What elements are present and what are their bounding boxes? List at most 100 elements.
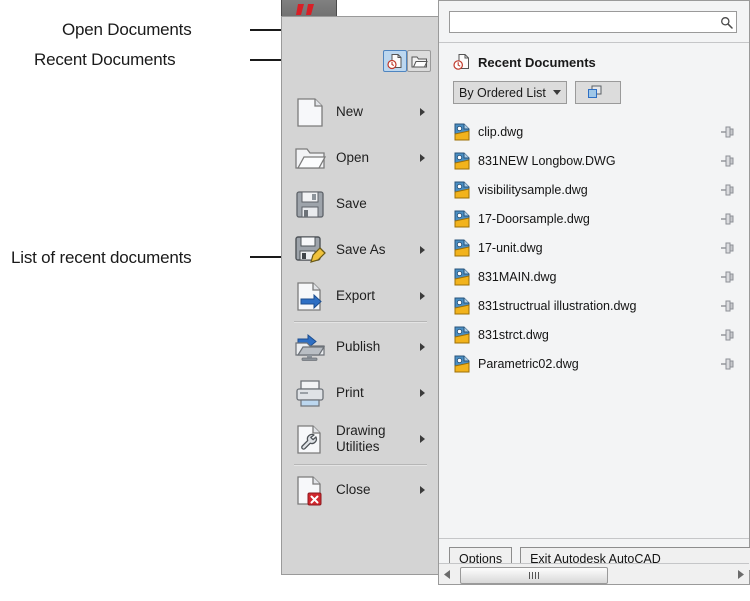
pin-icon[interactable] [720, 212, 735, 226]
menu-item-label: Print [336, 385, 364, 401]
document-wrench-icon [297, 425, 321, 454]
menu-item-print[interactable]: Print [282, 370, 439, 416]
submenu-arrow-icon [420, 246, 425, 254]
recent-documents-controls: By Ordered List [453, 81, 621, 104]
grip-line [535, 572, 536, 579]
sort-dropdown[interactable]: By Ordered List [453, 81, 567, 104]
pin-icon[interactable] [720, 299, 735, 313]
pin-icon[interactable] [720, 125, 735, 139]
search-icon[interactable] [716, 16, 736, 29]
document-name: 831strct.dwg [478, 327, 549, 342]
scroll-left-button[interactable] [439, 564, 456, 584]
menu-item-save-as[interactable]: Save As [282, 227, 439, 273]
menu-item-label: Publish [336, 339, 381, 355]
scrollbar-track[interactable] [456, 564, 732, 584]
grip-line [529, 572, 530, 579]
application-menu: New Open Save Save As Export Publish Pri… [281, 0, 750, 585]
open-folder-icon [411, 56, 428, 67]
list-item[interactable]: 831structrual illustration.dwg [453, 291, 737, 320]
recent-documents-toggle[interactable] [383, 50, 407, 72]
open-documents-toggle[interactable] [407, 50, 431, 72]
menu-item-label: Open [336, 150, 370, 166]
annotation-list-of-recent-documents: List of recent documents [11, 248, 192, 267]
list-item[interactable]: 831MAIN.dwg [453, 262, 737, 291]
document-name: visibilitysample.dwg [478, 182, 588, 197]
recent-documents-header: Recent Documents [453, 53, 596, 71]
menu-item-drawing-utilities[interactable]: Drawing Utilities [282, 416, 439, 462]
document-name: 831NEW Longbow.DWG [478, 153, 616, 168]
pin-icon[interactable] [720, 154, 735, 168]
list-item[interactable]: 17-unit.dwg [453, 233, 737, 262]
list-item[interactable]: 17-Doorsample.dwg [453, 204, 737, 233]
scroll-right-button[interactable] [732, 564, 749, 584]
dwg-file-icon [454, 181, 470, 198]
list-item[interactable]: visibilitysample.dwg [453, 175, 737, 204]
menu-item-label: New [336, 104, 364, 120]
pin-icon[interactable] [720, 241, 735, 255]
icon-size-icon [588, 85, 602, 98]
dwg-file-icon [454, 268, 470, 285]
chevron-down-icon [552, 90, 561, 95]
annotation-open-documents: Open Documents [62, 20, 192, 39]
menu-item-open[interactable]: Open [282, 135, 439, 181]
dwg-file-icon [454, 152, 470, 169]
list-item[interactable]: 831strct.dwg [453, 320, 737, 349]
annotation-recent-documents: Recent Documents [34, 50, 176, 69]
autocad-a-logo [296, 4, 314, 15]
document-view-toggles [383, 50, 431, 72]
sort-dropdown-value: By Ordered List [459, 85, 546, 100]
menu-item-publish[interactable]: Publish [282, 324, 439, 370]
dwg-file-icon [454, 123, 470, 140]
search-box[interactable] [449, 11, 737, 33]
pin-icon[interactable] [720, 328, 735, 342]
recent-documents-list: clip.dwg 831NEW Longbow.DWG visibilitysa… [453, 117, 737, 378]
menu-right-pane: Recent Documents By Ordered List clip.dw… [438, 0, 750, 585]
menu-item-label: Export [336, 288, 376, 304]
document-name: 17-unit.dwg [478, 240, 543, 255]
recent-documents-title: Recent Documents [478, 54, 596, 70]
submenu-arrow-icon [420, 486, 425, 494]
menu-item-label: Save As [336, 242, 386, 258]
scrollbar-thumb[interactable] [460, 567, 608, 584]
publish-folder-icon [295, 333, 326, 361]
dwg-file-icon [454, 210, 470, 227]
document-name: Parametric02.dwg [478, 356, 579, 371]
document-name: 831MAIN.dwg [478, 269, 557, 284]
search-input[interactable] [450, 12, 716, 32]
document-name: clip.dwg [478, 124, 524, 139]
list-item[interactable]: clip.dwg [453, 117, 737, 146]
dwg-file-icon [454, 239, 470, 256]
menu-item-close[interactable]: Close [282, 467, 439, 513]
document-name: 831structrual illustration.dwg [478, 298, 637, 313]
menu-item-label: Save [336, 196, 367, 212]
menu-item-new[interactable]: New [282, 89, 439, 135]
submenu-arrow-icon [420, 435, 425, 443]
open-folder-icon [295, 148, 326, 169]
pin-icon[interactable] [720, 270, 735, 284]
submenu-arrow-icon [420, 292, 425, 300]
horizontal-scrollbar[interactable] [439, 563, 749, 584]
menu-item-export[interactable]: Export [282, 273, 439, 319]
list-item[interactable]: Parametric02.dwg [453, 349, 737, 378]
grip-line [532, 572, 533, 579]
document-close-icon [297, 476, 322, 506]
menu-item-label: Drawing Utilities [336, 423, 386, 454]
menu-item-save[interactable]: Save [282, 181, 439, 227]
menu-left-pane: New Open Save Save As Export Publish Pri… [281, 16, 438, 575]
grip-line [538, 572, 539, 579]
pin-icon[interactable] [720, 357, 735, 371]
view-size-dropdown[interactable] [574, 81, 621, 104]
menu-item-label: Close [336, 482, 371, 498]
floppy-disk-icon [296, 191, 324, 218]
list-item[interactable]: 831NEW Longbow.DWG [453, 146, 737, 175]
floppy-pencil-icon [295, 236, 326, 263]
document-clock-icon [386, 53, 401, 69]
pin-icon[interactable] [720, 183, 735, 197]
panel-divider [439, 42, 749, 43]
document-name: 17-Doorsample.dwg [478, 211, 590, 226]
dwg-file-icon [454, 326, 470, 343]
menu-separator [294, 464, 427, 465]
document-arrow-icon [297, 282, 322, 311]
submenu-arrow-icon [420, 154, 425, 162]
menu-item-list: New Open Save Save As Export Publish Pri… [282, 89, 439, 513]
